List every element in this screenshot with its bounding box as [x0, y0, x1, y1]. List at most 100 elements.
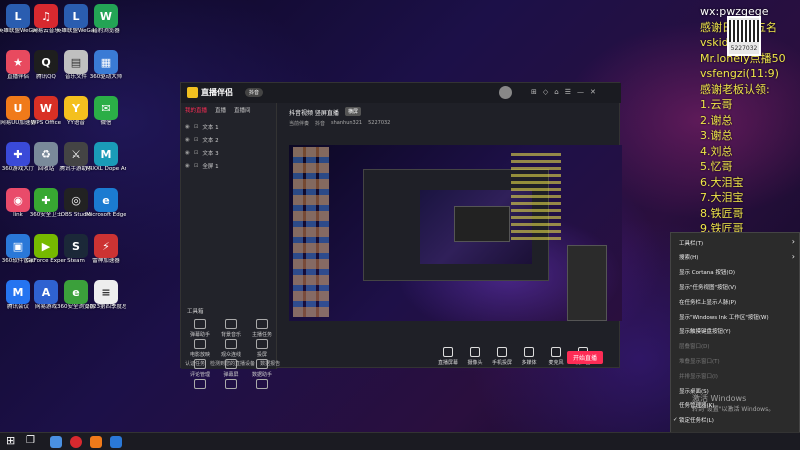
taskbar-context-menu[interactable]: 工具栏(T) 搜索(H) 显示 Cortana 按钮(O) 显示"任务视图"按钮(V)… [670, 232, 800, 446]
desktop-icon[interactable]: W 猎豹浏览器 [86, 4, 126, 35]
source-icon [524, 347, 534, 357]
scene-source-row[interactable]: ◉ ⊡ 文本 1 [185, 121, 273, 133]
app-icon: ♫ [34, 4, 58, 28]
tool-label: 数据助手 [251, 372, 272, 378]
tool-label: 弹幕屏 [223, 372, 239, 378]
tool-item[interactable]: 背景音乐 [216, 319, 246, 338]
taskbar-app-live-icon[interactable] [90, 436, 102, 448]
app-titlebar[interactable]: 直播伴侣 抖音 ⊞◇⌂☰—✕ [181, 83, 621, 103]
context-menu-item[interactable]: 显示触摸键盘按钮(Y) [679, 326, 731, 337]
header-title: 抖音视频 竖屏直播 [289, 110, 339, 117]
app-icon: e [64, 280, 88, 304]
tool-item[interactable] [216, 379, 246, 391]
app-icon: ✚ [34, 188, 58, 212]
context-menu-item[interactable]: 层叠窗口(D) [679, 341, 710, 352]
tool-label: 背景音乐 [220, 332, 241, 338]
avatar[interactable] [499, 86, 512, 99]
scene-source-row[interactable]: ◉ ⊡ 全屏 1 [185, 160, 273, 172]
overlay-line: vsfengzi(11:9) [700, 67, 779, 80]
window-controls[interactable]: ⊞◇⌂☰—✕ [531, 88, 602, 96]
tool-item[interactable]: 观众连线 [216, 339, 246, 358]
source-button[interactable]: 手机投屏 [489, 347, 515, 366]
app-icon: W [94, 4, 118, 28]
scene-source-row[interactable]: ◉ ⊡ 文本 2 [185, 134, 273, 146]
tool-icon [225, 339, 237, 349]
qr-label: 5227032 [730, 45, 758, 52]
taskbar-app-helper-icon[interactable] [110, 436, 122, 448]
context-menu-item[interactable]: 并排显示窗口(I) [679, 370, 718, 381]
context-menu-label: 在任务栏上显示人脉(P) [679, 299, 737, 306]
context-menu-item[interactable]: 搜索(H) [679, 252, 698, 263]
start-live-button[interactable]: 开始直播 [567, 351, 604, 364]
desktop-icon[interactable]: ✉ 微信 [86, 96, 126, 127]
source-button[interactable]: 直播屏幕 [435, 347, 461, 366]
desktop-icon[interactable]: ⚡ 雷神加速器 [86, 234, 126, 265]
desktop-icon[interactable]: MMiXXL Dope Arca... [86, 142, 126, 173]
eye-icon[interactable]: ◉ [185, 150, 190, 156]
eye-icon[interactable]: ◉ [185, 163, 190, 169]
lock-icon[interactable]: ⊡ [194, 150, 199, 156]
lock-icon[interactable]: ⊡ [194, 137, 199, 143]
context-menu-item[interactable]: 显示 Cortana 按钮(O) [679, 267, 735, 278]
tab-2[interactable]: 直播间 [234, 106, 251, 114]
nested-context-menu [567, 245, 607, 321]
taskbar-app-browser-icon[interactable] [50, 436, 62, 448]
source-icon [470, 347, 480, 357]
eye-icon[interactable]: ◉ [185, 124, 190, 130]
subheader-item: shanhun321 [331, 120, 363, 126]
source-button[interactable]: 麦克风 [543, 347, 569, 366]
taskbar-app-music-icon[interactable] [70, 436, 82, 448]
overlay-line: 感谢老板认领: [700, 82, 770, 96]
streaming-app-window[interactable]: 直播伴侣 抖音 ⊞◇⌂☰—✕ 我的直播 直播 直播间 ◉ ⊡ 文本 1 ◉ ⊡ 文本 2 ◉ ⊡ 文… [180, 82, 622, 389]
context-menu-label: 显示"任务视图"按钮(V) [679, 284, 737, 291]
context-menu-item[interactable]: 显示"Windows Ink 工作区"按钮(W) [679, 311, 769, 322]
source-button[interactable]: 多媒体 [516, 347, 542, 366]
tab-0[interactable]: 我的直播 [185, 106, 207, 114]
stream-preview[interactable] [289, 145, 622, 321]
context-menu-item[interactable]: ✓ 锁定任务栏(L) [673, 415, 714, 426]
taskbar[interactable]: ⊞ ❐ [0, 432, 800, 450]
tool-item[interactable]: 弹幕助手 [185, 319, 215, 338]
context-menu-label: 并排显示窗口(I) [679, 373, 718, 380]
desktop-icon[interactable]: e Microsoft Edge [86, 188, 126, 219]
subheader-item: 抖音 [315, 121, 326, 127]
tool-icon [256, 339, 268, 349]
tool-item[interactable]: 投屏 [247, 339, 277, 358]
tab-1[interactable]: 直播 [215, 106, 226, 114]
orientation-badge[interactable]: 横屏 [345, 107, 362, 116]
scene-source-row[interactable]: ◉ ⊡ 文本 3 [185, 147, 273, 159]
context-menu-item[interactable]: 显示"任务视图"按钮(V) [679, 281, 736, 292]
app-icon: e [94, 188, 118, 212]
source-label: 手机投屏 [491, 360, 512, 366]
start-icon[interactable]: ⊞ [6, 434, 18, 447]
context-menu-item[interactable]: 堆叠显示窗口(T) [679, 355, 720, 366]
lock-icon[interactable]: ⊡ [194, 163, 199, 169]
tool-icon [256, 319, 268, 329]
app-icon: ♻ [34, 142, 58, 166]
desktop-icon-label: 360驱动大师 [89, 74, 123, 80]
overlay-line: 7.大泪宝 [700, 191, 744, 204]
desktop-icon[interactable]: ≡2023第四季度总结 [86, 280, 126, 311]
context-menu-label: 堆叠显示窗口(T) [679, 358, 720, 365]
lock-icon[interactable]: ⊡ [194, 124, 199, 130]
desktop-icon[interactable]: ▦ 360驱动大师 [86, 50, 126, 81]
platform-badge[interactable]: 抖音 [245, 88, 264, 97]
eye-icon[interactable]: ◉ [185, 137, 190, 143]
task-view-icon[interactable]: ❐ [26, 435, 38, 447]
scene-panel: 我的直播 直播 直播间 ◉ ⊡ 文本 1 ◉ ⊡ 文本 2 ◉ ⊡ 文本 3 ◉ ⊡ 全屏 1 工具箱 弹… [181, 103, 280, 389]
source-button[interactable]: 摄像头 [462, 347, 488, 366]
tool-item[interactable] [185, 379, 215, 391]
tool-label: 主播任务 [251, 332, 272, 338]
tool-item[interactable]: 主播任务 [247, 319, 277, 338]
tool-item[interactable]: 电影放映 [185, 339, 215, 358]
context-menu-item[interactable]: 在任务栏上显示人脉(P) [679, 296, 736, 307]
tool-label: 评论管理 [189, 372, 210, 378]
source-label: 文本 2 [202, 138, 219, 144]
desktop-icon-label: Microsoft Edge [86, 212, 126, 218]
sub-header: 当前伴奏 抖音 shanhun321 5227032 [289, 120, 390, 127]
tool-label: 投屏 [256, 352, 267, 358]
context-menu-item[interactable]: 工具栏(T) [679, 237, 703, 248]
source-label: 全屏 1 [202, 164, 219, 170]
tool-item[interactable] [247, 379, 277, 391]
app-icon: ≡ [94, 280, 118, 304]
